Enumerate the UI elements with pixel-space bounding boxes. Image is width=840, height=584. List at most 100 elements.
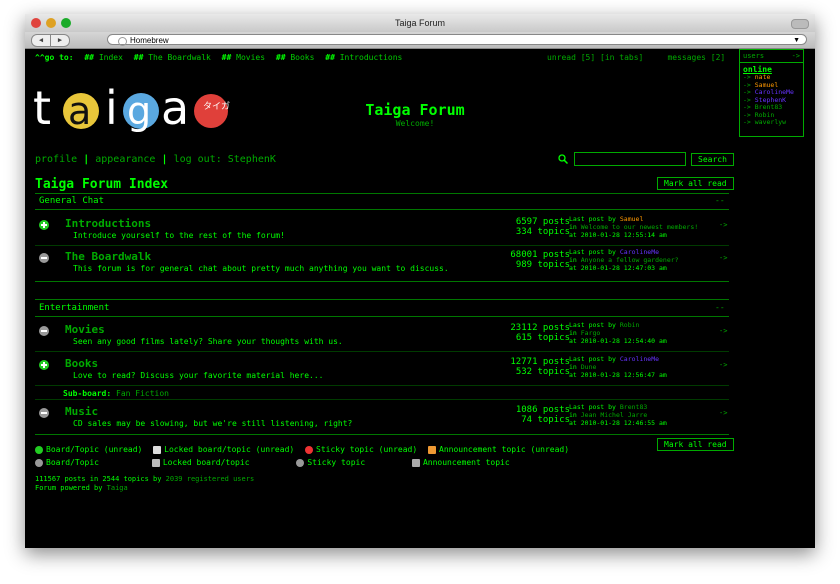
messages-link[interactable]: messages [2] bbox=[667, 53, 725, 62]
window-title: Taiga Forum bbox=[394, 18, 446, 28]
category-collapse-entertainment[interactable]: -- bbox=[715, 303, 725, 312]
appearance-link[interactable]: appearance bbox=[95, 154, 155, 165]
site-heading: Taiga Forum Welcome! bbox=[325, 101, 505, 128]
last-post-topic-link[interactable]: Dune bbox=[581, 363, 597, 371]
powered-text: Forum powered by bbox=[35, 484, 103, 492]
last-post-topic-link[interactable]: Anyone a fellow gardener? bbox=[581, 256, 679, 264]
forum-title-link[interactable]: Movies bbox=[65, 323, 105, 336]
forum-stats: 111567 posts in 2544 topics by 2039 regi… bbox=[35, 475, 254, 493]
logo-letter-g: g bbox=[127, 89, 151, 133]
last-post-label: Last post by bbox=[569, 215, 616, 223]
zoom-button[interactable] bbox=[61, 18, 71, 28]
forum-description: This forum is for general chat about pre… bbox=[73, 264, 449, 273]
title-bar: Taiga Forum bbox=[25, 14, 815, 32]
forum-posts: 1086 posts bbox=[515, 405, 570, 415]
last-post-label: Last post by bbox=[569, 355, 616, 363]
chevron-down-icon[interactable]: ▼ bbox=[793, 35, 800, 46]
users-collapse-arrow[interactable]: -> bbox=[792, 52, 800, 60]
forum-topics: 615 topics bbox=[515, 333, 570, 343]
goto-link-books[interactable]: Books bbox=[290, 53, 314, 62]
forum-title-link[interactable]: The Boardwalk bbox=[65, 250, 151, 263]
goto-last-post-arrow[interactable]: -> bbox=[719, 409, 727, 417]
goto-link-movies[interactable]: Movies bbox=[236, 53, 265, 62]
last-post-topic-link[interactable]: Welcome to our newest members! bbox=[581, 223, 698, 231]
category-collapse-general[interactable]: -- bbox=[715, 196, 725, 205]
goto-last-post-arrow[interactable]: -> bbox=[719, 327, 727, 335]
unread-messages-bar: unread [5] [in tabs] messages [2] bbox=[547, 53, 725, 62]
last-post-cell: Last post by CarolineMe in Anyone a fello… bbox=[569, 248, 679, 272]
search-button[interactable]: Search bbox=[691, 152, 734, 166]
subboard-label: Sub-board: bbox=[63, 389, 112, 398]
online-user-list: -> nate -> Samuel -> CarolineMe -> StephenK… bbox=[740, 73, 803, 127]
last-post-author[interactable]: CarolineMe bbox=[620, 248, 659, 256]
sticky-unread-icon bbox=[305, 445, 314, 454]
users-panel: users -> online -> nate -> Samuel -> Caroli… bbox=[739, 49, 804, 137]
forum-description: Seen any good films lately? Share your t… bbox=[73, 337, 343, 346]
forum-stats-cell: 12771 posts 532 topics bbox=[490, 357, 570, 377]
announcement-read-icon bbox=[411, 458, 420, 467]
goto-last-post-arrow[interactable]: -> bbox=[719, 254, 727, 262]
logo-letter-t: t bbox=[33, 81, 51, 135]
last-post-topic-link[interactable]: Jean Michel Jarre bbox=[581, 411, 648, 419]
back-button[interactable]: ◀ bbox=[31, 34, 51, 47]
last-post-label: Last post by bbox=[569, 403, 616, 411]
last-post-author[interactable]: Samuel bbox=[620, 215, 643, 223]
toolbar-toggle-button[interactable] bbox=[791, 19, 809, 29]
index-title: Taiga Forum Index bbox=[35, 177, 169, 192]
forum-title-link[interactable]: Introductions bbox=[65, 217, 151, 230]
legend-announcement-read: Announcement topic bbox=[422, 458, 510, 467]
goto-link-introductions[interactable]: Introductions bbox=[340, 53, 403, 62]
minimize-button[interactable] bbox=[46, 18, 56, 28]
last-post-time: at 2010-01-28 12:56:47 am bbox=[569, 371, 667, 379]
close-button[interactable] bbox=[31, 18, 41, 28]
in-tabs-link[interactable]: [in tabs] bbox=[600, 53, 643, 62]
forum-title-link[interactable]: Books bbox=[65, 357, 98, 370]
forum-posts: 68001 posts bbox=[510, 250, 570, 260]
last-post-time: at 2010-01-28 12:47:03 am bbox=[569, 264, 667, 272]
forum-posts: 23112 posts bbox=[510, 323, 570, 333]
page-content: ^^go to: ## Index ## The Boardwalk ## Mo… bbox=[25, 49, 815, 548]
forum-stats-cell: 68001 posts 989 topics bbox=[490, 250, 570, 270]
registered-users-link[interactable]: 2039 registered users bbox=[166, 475, 255, 483]
mark-all-read-button-top[interactable]: Mark all read bbox=[657, 177, 734, 190]
last-post-author[interactable]: Brent83 bbox=[620, 403, 647, 411]
goto-link-boardwalk[interactable]: The Boardwalk bbox=[148, 53, 211, 62]
search-input[interactable] bbox=[574, 152, 686, 166]
favicon-icon bbox=[118, 37, 127, 46]
legend-locked-unread: Locked board/topic (unread) bbox=[164, 445, 295, 454]
profile-link[interactable]: profile bbox=[35, 154, 77, 165]
goto-last-post-arrow[interactable]: -> bbox=[719, 361, 727, 369]
window-controls bbox=[31, 18, 71, 28]
unread-link[interactable]: unread [5] bbox=[547, 53, 595, 62]
goto-last-post-arrow[interactable]: -> bbox=[719, 221, 727, 229]
legend-board-unread: Board/Topic (unread) bbox=[46, 445, 143, 454]
forum-stats-cell: 6597 posts 334 topics bbox=[490, 217, 570, 237]
goto-link-index[interactable]: Index bbox=[99, 53, 123, 62]
taiga-link[interactable]: Taiga bbox=[107, 484, 128, 492]
legend-sticky-read: Sticky topic bbox=[307, 458, 366, 467]
logo-letter-a2: a bbox=[161, 81, 189, 135]
legend-announcement-unread: Announcement topic (unread) bbox=[439, 445, 570, 454]
mark-all-read-button-bottom[interactable]: Mark all read bbox=[657, 438, 734, 451]
goto-label: ^^go to: bbox=[35, 53, 74, 62]
address-text: Homebrew bbox=[130, 36, 169, 45]
last-post-topic-link[interactable]: Fargo bbox=[581, 329, 601, 337]
forum-title-link[interactable]: Music bbox=[65, 405, 98, 418]
forum-description: Introduce yourself to the rest of the fo… bbox=[73, 231, 285, 240]
last-post-author[interactable]: Robin bbox=[620, 321, 640, 329]
forum-topics: 334 topics bbox=[515, 227, 570, 237]
online-user[interactable]: -> waverlyw bbox=[740, 118, 803, 127]
logout-link[interactable]: log out: StephenK bbox=[174, 154, 276, 165]
address-bar[interactable]: Homebrew ▼ bbox=[107, 34, 807, 46]
last-post-cell: Last post by Robin in Fargo at 2010-01-28 … bbox=[569, 321, 667, 345]
announcement-unread-icon bbox=[428, 445, 437, 454]
legend-locked-read: Locked board/topic bbox=[162, 458, 250, 467]
board-read-icon bbox=[39, 253, 49, 263]
subboard-link-fan-fiction[interactable]: Fan Fiction bbox=[116, 389, 169, 398]
last-post-author[interactable]: CarolineMe bbox=[620, 355, 659, 363]
category-general-chat[interactable]: General Chat bbox=[39, 196, 104, 206]
forward-button[interactable]: ▶ bbox=[51, 34, 70, 47]
site-title: Taiga Forum bbox=[365, 101, 465, 119]
forum-description: CD sales may be slowing, but we're still… bbox=[73, 419, 353, 428]
category-entertainment[interactable]: Entertainment bbox=[39, 303, 109, 313]
